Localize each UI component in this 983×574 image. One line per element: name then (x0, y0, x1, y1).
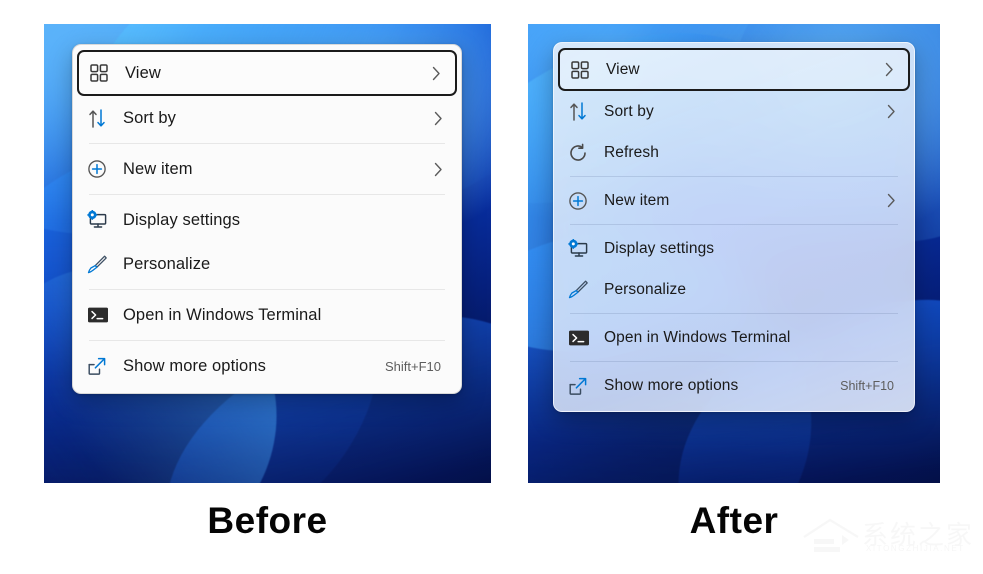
menu-item-label: View (606, 60, 640, 78)
menu-item-display[interactable]: Display settings (77, 198, 457, 242)
menu-separator (570, 313, 898, 314)
menu-separator (570, 361, 898, 362)
menu-item-label: Refresh (604, 143, 659, 161)
menu-item-personalize[interactable]: Personalize (558, 269, 910, 310)
menu-item-label: New item (123, 159, 193, 178)
chevron-right-icon (884, 193, 898, 208)
grid-icon (570, 59, 598, 81)
plus-circle-icon (87, 158, 115, 180)
menu-separator (89, 143, 445, 144)
show-more-icon (87, 355, 115, 377)
menu-separator (89, 340, 445, 341)
monitor-gear-icon (87, 209, 115, 231)
caption-before: Before (207, 500, 328, 541)
menu-item-terminal[interactable]: Open in Windows Terminal (558, 317, 910, 358)
terminal-icon (87, 304, 115, 326)
monitor-gear-icon (568, 238, 596, 260)
plus-circle-icon (568, 190, 596, 212)
menu-item-view[interactable]: View (77, 50, 457, 96)
context-menu-before[interactable]: View Sort by New item Display settings P… (72, 44, 462, 394)
menu-item-view[interactable]: View (558, 48, 910, 91)
chevron-right-icon (884, 104, 898, 119)
comparison-screenshot: View Sort by New item Display settings P… (0, 0, 983, 574)
grid-icon (89, 62, 117, 84)
menu-item-accelerator: Shift+F10 (384, 358, 441, 374)
sort-arrows-icon (87, 107, 115, 129)
menu-item-label: Open in Windows Terminal (604, 328, 791, 346)
menu-separator (89, 194, 445, 195)
menu-item-more[interactable]: Show more options Shift+F10 (558, 365, 910, 406)
paintbrush-icon (568, 279, 596, 301)
menu-item-label: Personalize (604, 280, 687, 298)
menu-item-label: Sort by (604, 102, 654, 120)
menu-item-label: Display settings (604, 239, 715, 257)
menu-item-label: Display settings (123, 210, 241, 229)
menu-separator (89, 289, 445, 290)
menu-item-label: Show more options (604, 376, 739, 394)
menu-item-label: Personalize (123, 254, 211, 273)
refresh-icon (568, 142, 596, 164)
paintbrush-icon (87, 253, 115, 275)
context-menu-after[interactable]: View Sort by Refresh New item Display se… (553, 42, 915, 412)
caption-after: After (689, 500, 779, 541)
menu-item-sort-by[interactable]: Sort by (558, 91, 910, 132)
chevron-right-icon (431, 162, 445, 177)
watermark-text-en: XITONGZHIJIA.NET (866, 544, 965, 553)
menu-item-sort-by[interactable]: Sort by (77, 96, 457, 140)
chevron-right-icon (882, 62, 896, 77)
desktop-panel-after: View Sort by Refresh New item Display se… (528, 24, 940, 483)
chevron-right-icon (431, 111, 445, 126)
menu-item-label: View (125, 63, 161, 82)
menu-item-new-item[interactable]: New item (558, 180, 910, 221)
menu-item-personalize[interactable]: Personalize (77, 242, 457, 286)
menu-item-display[interactable]: Display settings (558, 228, 910, 269)
terminal-icon (568, 327, 596, 349)
menu-item-new-item[interactable]: New item (77, 147, 457, 191)
show-more-icon (568, 375, 596, 397)
menu-item-label: New item (604, 191, 670, 209)
menu-separator (570, 176, 898, 177)
menu-item-more[interactable]: Show more options Shift+F10 (77, 344, 457, 388)
sort-arrows-icon (568, 101, 596, 123)
menu-item-refresh[interactable]: Refresh (558, 132, 910, 173)
menu-item-label: Show more options (123, 356, 266, 375)
menu-item-label: Open in Windows Terminal (123, 305, 322, 324)
menu-item-terminal[interactable]: Open in Windows Terminal (77, 293, 457, 337)
menu-item-accelerator: Shift+F10 (840, 378, 894, 393)
chevron-right-icon (429, 66, 443, 81)
menu-separator (570, 224, 898, 225)
desktop-panel-before: View Sort by New item Display settings P… (44, 24, 491, 483)
menu-item-label: Sort by (123, 108, 176, 127)
